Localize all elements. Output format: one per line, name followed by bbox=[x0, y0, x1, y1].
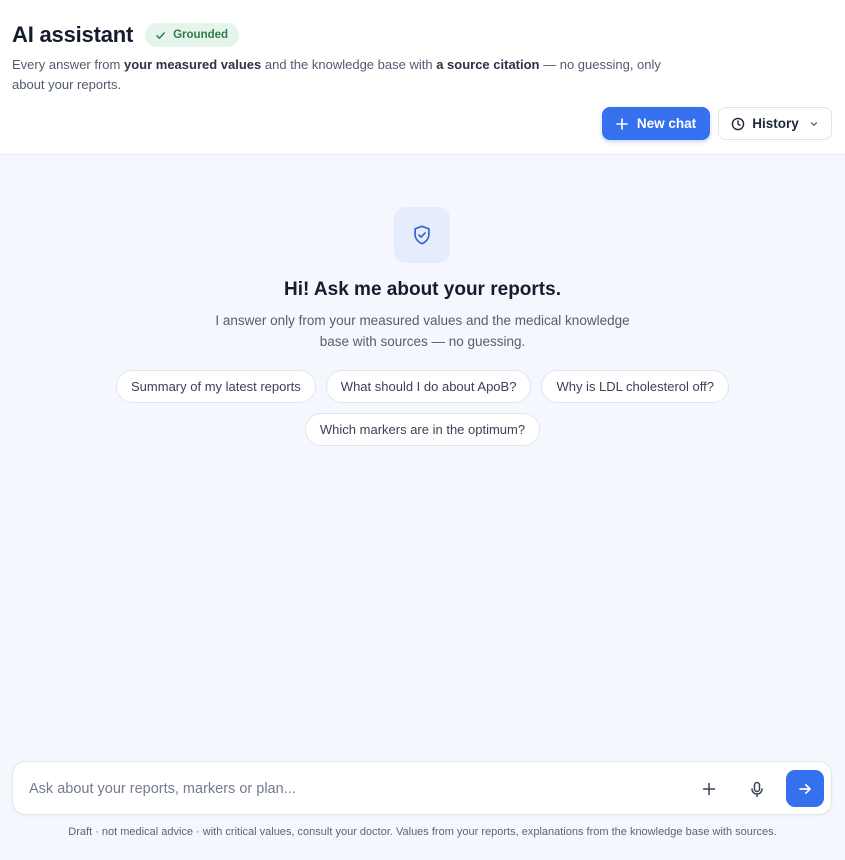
suggestion-chip-optimum[interactable]: Which markers are in the optimum? bbox=[304, 413, 541, 446]
suggestion-chip-summary[interactable]: Summary of my latest reports bbox=[116, 370, 316, 403]
suggestion-chips-row-2: Which markers are in the optimum? bbox=[0, 413, 845, 446]
welcome-title: Hi! Ask me about your reports. bbox=[284, 279, 561, 300]
suggestion-chips: Summary of my latest reports What should… bbox=[0, 370, 845, 403]
subtitle-bold-1: your measured values bbox=[123, 57, 262, 72]
page-header: AI assistant Grounded Every answer from … bbox=[0, 0, 845, 155]
plus-icon bbox=[702, 782, 716, 796]
history-button[interactable]: History bbox=[718, 107, 832, 140]
new-chat-button[interactable]: New chat bbox=[602, 107, 710, 140]
attach-button[interactable] bbox=[693, 773, 725, 805]
history-label: History bbox=[752, 116, 799, 131]
page-subtitle: Every answer from your measured values a… bbox=[12, 55, 672, 95]
chat-composer bbox=[12, 761, 832, 815]
chevron-down-icon bbox=[810, 121, 817, 126]
badge-label: Grounded bbox=[173, 29, 229, 41]
title-row: AI assistant Grounded bbox=[12, 22, 240, 48]
subtitle-text-1: Every answer from bbox=[12, 57, 124, 72]
arrow-right-icon bbox=[799, 783, 811, 794]
suggestion-chip-ldl[interactable]: Why is LDL cholesterol off? bbox=[541, 370, 729, 403]
send-button[interactable] bbox=[786, 770, 824, 807]
clock-icon bbox=[731, 117, 745, 130]
disclaimer-note: Draft · not medical advice · with critic… bbox=[68, 826, 777, 838]
grounded-badge: Grounded bbox=[145, 23, 240, 47]
check-icon bbox=[156, 31, 165, 39]
shield-check-icon bbox=[414, 225, 430, 245]
chat-input[interactable] bbox=[29, 777, 669, 801]
suggestion-chip-apob[interactable]: What should I do about ApoB? bbox=[325, 370, 532, 403]
new-chat-label: New chat bbox=[636, 116, 697, 131]
microphone-button[interactable] bbox=[741, 773, 773, 805]
subtitle-bold-2: a source citation bbox=[436, 57, 540, 72]
welcome-description: I answer only from your measured values … bbox=[215, 313, 630, 349]
subtitle-text-2: and the knowledge base with bbox=[261, 57, 437, 72]
microphone-icon bbox=[751, 781, 763, 797]
plus-icon bbox=[616, 117, 628, 130]
page-title: AI assistant bbox=[12, 22, 134, 47]
shield-badge bbox=[394, 207, 450, 263]
